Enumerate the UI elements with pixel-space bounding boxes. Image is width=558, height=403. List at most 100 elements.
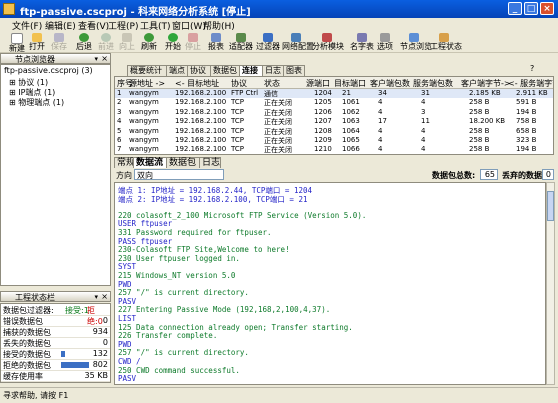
- back-button[interactable]: 后退: [74, 32, 94, 52]
- options-icon: [380, 33, 390, 42]
- save-button[interactable]: 保存: [50, 32, 68, 52]
- up-button[interactable]: 向上: [118, 32, 136, 52]
- maximize-button[interactable]: □: [524, 2, 538, 15]
- table-row[interactable]: 6 wangym 192.168.2.100 TCP 正在关闭 1209 1065 4 4 258…: [115, 136, 553, 145]
- menu-view[interactable]: 查看(V): [78, 19, 109, 32]
- table-cell: 4: [421, 126, 426, 135]
- table-cell: 1065: [342, 136, 360, 144]
- stats-value: 0: [102, 338, 108, 347]
- table-cell: TCP: [231, 98, 244, 107]
- table-row[interactable]: 5 wangym 192.168.2.100 TCP 正在关闭 1208 1064 4 4 258…: [115, 126, 553, 136]
- table-cell: wangym: [129, 145, 159, 154]
- name-table-icon: [357, 33, 367, 42]
- stop-button[interactable]: 停止: [184, 32, 202, 52]
- tab-3[interactable]: 数据包: [210, 65, 240, 76]
- log-scrollbar[interactable]: [546, 182, 555, 385]
- tab-1[interactable]: 端点: [166, 65, 188, 76]
- open-icon: [32, 33, 42, 42]
- table-cell: TCP: [231, 107, 244, 116]
- table-row[interactable]: 4 wangym 192.168.2.100 TCP 正在关闭 1207 1063 17 11 1…: [115, 117, 553, 126]
- pin-icon[interactable]: ▾: [94, 55, 98, 63]
- forward-button[interactable]: 前进: [96, 32, 116, 52]
- column-header[interactable]: 状态: [264, 78, 280, 89]
- column-header[interactable]: 服务端包数: [413, 78, 453, 89]
- close-button[interactable]: ×: [540, 2, 554, 15]
- table-row[interactable]: 1 wangym 192.168.2.100 FTP Ctrl 通信 1204 21 34 31…: [115, 89, 553, 98]
- tab-5[interactable]: 日志: [262, 65, 284, 76]
- analysis-module-button[interactable]: 分析模块: [312, 32, 344, 52]
- table-cell: 658 B: [516, 126, 537, 135]
- column-header[interactable]: 客户端包数: [370, 78, 410, 89]
- report-button[interactable]: 报表: [207, 32, 225, 52]
- menu-help[interactable]: 帮助(H): [203, 19, 235, 32]
- stats-value: 132: [92, 349, 108, 358]
- log-line: 226 Transfer complete.: [118, 331, 218, 341]
- pin-icon[interactable]: ▾: [94, 293, 98, 301]
- column-header[interactable]: <- 服务端字节: [508, 78, 553, 89]
- column-header[interactable]: 源端口: [306, 78, 330, 89]
- open-button[interactable]: 打开: [28, 32, 46, 52]
- direction-select[interactable]: 双向: [134, 169, 224, 180]
- column-header[interactable]: 客户端字节->: [461, 78, 511, 89]
- stop-icon: [188, 33, 198, 42]
- node-browse-icon: [409, 33, 419, 42]
- menu-project[interactable]: 工程(P): [108, 19, 138, 32]
- new-button[interactable]: 新建: [8, 32, 26, 53]
- menu-window[interactable]: 窗口(W): [172, 19, 206, 32]
- sub-tab-3[interactable]: 日志: [199, 157, 221, 168]
- scrollbar-thumb[interactable]: [547, 191, 554, 221]
- table-cell: 1062: [342, 107, 360, 116]
- data-stream-log[interactable]: 端点 1: IP地址 = 192.168.2.44, TCP端口 = 1204 端…: [114, 182, 546, 385]
- table-cell: 1066: [342, 145, 360, 154]
- project-status-button[interactable]: 工程状态: [430, 32, 462, 52]
- network-config-button[interactable]: 网络配置: [282, 32, 314, 52]
- help-icon[interactable]: ?: [530, 64, 534, 73]
- tree-root[interactable]: ftp-passive.cscproj (3): [4, 66, 93, 75]
- filter-button[interactable]: 过滤器: [256, 32, 280, 52]
- close-panel-icon[interactable]: ×: [101, 54, 108, 63]
- column-header[interactable]: 协议: [231, 78, 247, 89]
- column-header[interactable]: 目标端口: [334, 78, 366, 89]
- refresh-button[interactable]: 刷新: [140, 32, 158, 52]
- tree-item-physical-endpoint[interactable]: ⊞ 物理端点 (1): [9, 97, 64, 108]
- table-cell: 192.168.2.100: [175, 117, 227, 126]
- start-button[interactable]: 开始: [164, 32, 182, 52]
- log-line: 端点 2: IP地址 = 192.168.2.100, TCP端口 = 21: [118, 194, 308, 204]
- table-cell: 2: [117, 98, 122, 107]
- menu-tools[interactable]: 工具(T): [140, 19, 171, 32]
- table-cell: 3: [117, 107, 122, 116]
- table-cell: 1064: [342, 126, 360, 135]
- node-browse-button[interactable]: 节点浏览: [400, 32, 432, 52]
- project-stats-panel: 数据包过滤器: 接受:1 拒绝:0 错误数据包 0 捕获的数据包 934 丢失的数据包 0…: [0, 303, 111, 383]
- table-row[interactable]: 2 wangym 192.168.2.100 TCP 正在关闭 1205 1061 4 4 258…: [115, 98, 553, 107]
- network-config-icon: [291, 33, 301, 42]
- tab-0[interactable]: 概要统计: [127, 65, 167, 76]
- tab-6[interactable]: 图表: [283, 65, 305, 76]
- adapter-button[interactable]: 适配器: [229, 32, 253, 52]
- menu-file[interactable]: 文件(F): [12, 19, 42, 32]
- sub-tab-0[interactable]: 常规: [114, 157, 135, 168]
- table-cell: 4: [421, 136, 426, 144]
- stats-value: 802: [92, 360, 108, 369]
- name-table-button[interactable]: 名字表: [350, 32, 374, 52]
- column-header[interactable]: 源地址 ->: [129, 78, 165, 89]
- table-cell: 1061: [342, 98, 360, 107]
- tab-2[interactable]: 协议: [187, 65, 211, 76]
- minimize-button[interactable]: _: [508, 2, 522, 15]
- menu-edit[interactable]: 编辑(E): [45, 19, 76, 32]
- options-button[interactable]: 选项: [376, 32, 394, 52]
- table-cell: TCP: [231, 145, 244, 154]
- log-line: 250 CWD command successful.: [118, 365, 240, 375]
- table-cell: wangym: [129, 89, 159, 97]
- sub-tab-1[interactable]: 数据流: [133, 157, 167, 168]
- adapter-icon: [236, 33, 246, 42]
- table-row[interactable]: 7 wangym 192.168.2.100 TCP 正在关闭 1210 1066 4 4 258…: [115, 145, 553, 154]
- sub-tab-2[interactable]: 数据包: [166, 157, 200, 168]
- table-cell: 6: [117, 136, 122, 144]
- packet-total-value: 65: [480, 169, 498, 180]
- project-stats-title: 工程状态栏: [15, 293, 55, 302]
- table-row[interactable]: 3 wangym 192.168.2.100 TCP 正在关闭 1206 1062 4 3 258…: [115, 107, 553, 117]
- close-panel-icon[interactable]: ×: [101, 292, 108, 301]
- column-header[interactable]: <- 目标地址: [175, 78, 219, 89]
- tab-4[interactable]: 连接: [239, 65, 263, 76]
